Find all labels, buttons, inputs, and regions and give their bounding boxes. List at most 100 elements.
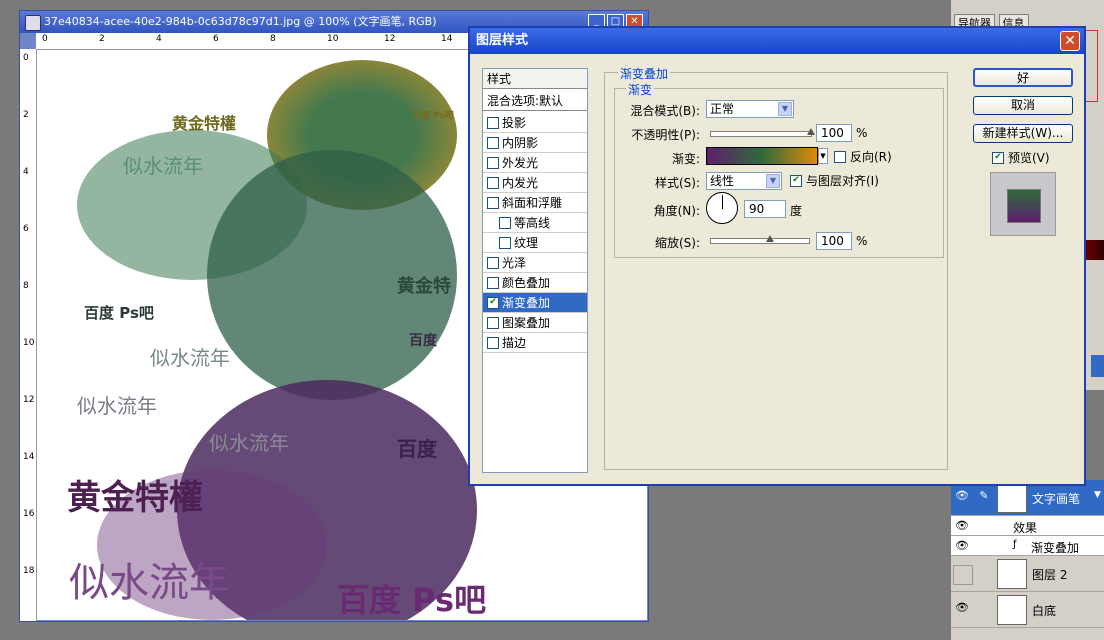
style-checkbox[interactable]	[487, 256, 499, 269]
style-checkbox[interactable]	[487, 136, 499, 149]
reverse-label: 反向(R)	[850, 150, 892, 164]
vertical-ruler[interactable]: 02468101214161820	[20, 49, 37, 621]
gradient-style-select[interactable]: 线性 ▼	[706, 172, 782, 190]
canvas-text: 黄金特權	[67, 478, 203, 518]
angle-label: 角度(N):	[653, 204, 700, 218]
eye-icon[interactable]: 👁	[953, 601, 971, 619]
canvas-text: 似水流年	[123, 154, 203, 178]
reverse-checkbox[interactable]	[834, 151, 846, 163]
style-item-label: 纹理	[514, 236, 539, 250]
style-item[interactable]: 等高线	[483, 213, 587, 233]
ruler-tick-label: 2	[23, 110, 29, 120]
dialog-title: 图层样式	[476, 33, 529, 48]
style-item[interactable]: 斜面和浮雕	[483, 193, 587, 213]
blending-options-item[interactable]: 混合选项:默认	[483, 91, 587, 111]
canvas-text: 似水流年	[150, 346, 230, 370]
opacity-label: 不透明性(P):	[631, 128, 700, 142]
style-checkbox[interactable]	[499, 236, 511, 249]
ruler-tick-label: 4	[23, 167, 29, 177]
panel-scroll-indicator[interactable]	[1091, 355, 1104, 377]
style-item[interactable]: ✔ 渐变叠加	[483, 293, 587, 313]
style-item[interactable]: 内阴影	[483, 133, 587, 153]
ruler-tick-label: 10	[23, 338, 35, 348]
style-item-label: 等高线	[514, 216, 551, 230]
canvas-text: 黄金特權	[172, 114, 237, 133]
opacity-slider[interactable]	[710, 128, 815, 137]
eye-icon[interactable]: 👁	[953, 489, 971, 507]
style-checkbox[interactable]: ✔	[487, 296, 499, 309]
photoshop-doc-icon	[25, 15, 41, 31]
angle-unit: 度	[790, 204, 803, 218]
gradient-label: 渐变:	[671, 152, 700, 166]
new-style-button[interactable]: 新建样式(W)...	[973, 124, 1073, 143]
style-checkbox[interactable]	[487, 316, 499, 329]
style-item[interactable]: 光泽	[483, 253, 587, 273]
gradient-dropdown-icon[interactable]: ▼	[818, 148, 828, 164]
canvas-text: 百度 Ps吧	[84, 304, 154, 322]
style-item[interactable]: 纹理	[483, 233, 587, 253]
style-item[interactable]: 图案叠加	[483, 313, 587, 333]
style-item-label: 内阴影	[502, 136, 539, 150]
close-icon[interactable]: ✕	[1060, 31, 1080, 51]
angle-dial-needle	[722, 195, 723, 209]
style-item-label: 颜色叠加	[502, 276, 551, 290]
visibility-toggle[interactable]	[953, 565, 973, 585]
style-checkbox[interactable]	[487, 156, 499, 169]
ruler-tick-label: 12	[384, 34, 396, 44]
style-item[interactable]: 内发光	[483, 173, 587, 193]
style-checkbox[interactable]	[487, 116, 499, 129]
gradient-picker[interactable]	[706, 147, 818, 165]
eye-icon[interactable]: 👁	[953, 519, 971, 537]
ruler-tick-label: 16	[23, 509, 35, 519]
ruler-tick-label: 6	[23, 224, 29, 234]
styles-list: 样式 混合选项:默认 投影 内阴影 外发光 内发光 斜面和浮雕 等高线 纹理 光泽 颜色叠加 ✔ 渐…	[482, 68, 588, 473]
style-item-label: 内发光	[502, 176, 539, 190]
fx-expand-icon[interactable]: ▼	[1094, 490, 1101, 500]
layer-effects-row[interactable]: 👁 效果	[951, 516, 1104, 536]
style-checkbox[interactable]	[499, 216, 511, 229]
style-item[interactable]: 描边	[483, 333, 587, 353]
dialog-title-bar[interactable]: 图层样式	[470, 28, 1084, 54]
preview-checkbox[interactable]: ✔	[992, 152, 1004, 164]
scale-slider-handle[interactable]	[765, 235, 774, 242]
ruler-tick-label: 12	[23, 395, 35, 405]
blend-mode-label: 混合模式(B):	[630, 104, 700, 118]
opacity-slider-handle[interactable]	[807, 128, 815, 135]
layer-name[interactable]: 图层 2	[1032, 566, 1067, 583]
align-with-layer-label: 与图层对齐(I)	[806, 174, 879, 188]
scale-input[interactable]: 100	[816, 232, 852, 250]
scale-label: 缩放(S):	[654, 236, 700, 250]
angle-input[interactable]: 90	[744, 200, 786, 218]
ruler-tick-label: 4	[156, 34, 162, 44]
layer-effect-gradient-row[interactable]: 👁 ƒ 渐变叠加	[951, 536, 1104, 556]
style-item[interactable]: 投影	[483, 113, 587, 133]
layer-name[interactable]: 白底	[1032, 602, 1056, 619]
brush-icon: ✎	[979, 489, 989, 502]
ok-button[interactable]: 好	[973, 68, 1073, 87]
scale-slider[interactable]	[710, 235, 810, 244]
style-item-label: 渐变叠加	[502, 296, 551, 310]
align-with-layer-checkbox[interactable]: ✔	[790, 175, 802, 187]
blend-mode-select[interactable]: 正常 ▼	[706, 100, 794, 118]
style-checkbox[interactable]	[487, 276, 499, 289]
layer-name[interactable]: 文字画笔	[1032, 490, 1080, 507]
layer-style-dialog[interactable]: 图层样式 ✕ 样式 混合选项:默认 投影内阴影外发光内发光斜面和浮雕等高线纹理光…	[468, 26, 1086, 486]
chevron-down-icon: ▼	[778, 102, 792, 116]
ruler-tick-label: 8	[23, 281, 29, 291]
ruler-tick-label: 0	[42, 34, 48, 44]
eye-icon[interactable]: 👁	[953, 539, 971, 557]
angle-dial[interactable]	[706, 192, 738, 224]
cancel-button[interactable]: 取消	[973, 96, 1073, 115]
layer-row-layer2[interactable]: 图层 2	[951, 556, 1104, 592]
style-checkbox[interactable]	[487, 176, 499, 189]
style-item[interactable]: 颜色叠加	[483, 273, 587, 293]
group-title-gradient-overlay: 渐变叠加	[618, 65, 671, 82]
layer-row-white-bg[interactable]: 👁 白底	[951, 592, 1104, 628]
style-checkbox[interactable]	[487, 196, 499, 209]
ruler-tick-label: 2	[99, 34, 105, 44]
style-checkbox[interactable]	[487, 336, 499, 349]
opacity-input[interactable]: 100	[816, 124, 852, 142]
ruler-tick-label: 14	[441, 34, 453, 44]
style-item[interactable]: 外发光	[483, 153, 587, 173]
styles-header[interactable]: 样式	[483, 69, 587, 89]
